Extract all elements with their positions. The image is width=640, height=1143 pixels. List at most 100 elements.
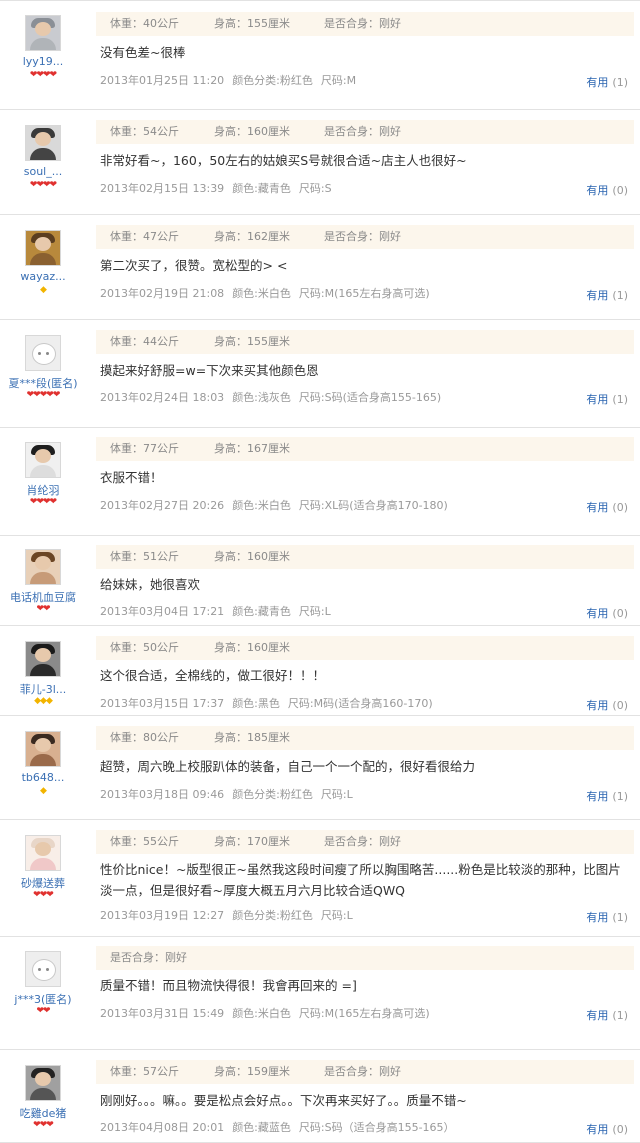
useful-label[interactable]: 有用 xyxy=(586,607,608,620)
review-date: 2013年02月24日 18:03 xyxy=(100,391,225,404)
useful-button[interactable]: 有用 (0) xyxy=(586,1121,628,1137)
heart-icon: ❤ xyxy=(46,1120,53,1130)
buyer-stats-bar: 体重：47公斤 身高：162厘米 是否合身：刚好 xyxy=(96,225,634,249)
review-date: 2013年02月15日 13:39 xyxy=(100,182,225,195)
useful-label[interactable]: 有用 xyxy=(586,1123,608,1136)
user-name-link[interactable]: 肖纶羽 xyxy=(8,482,78,498)
review-text: 这个很合适，全棉线的，做工很好！！！ xyxy=(100,668,326,683)
useful-button[interactable]: 有用 (0) xyxy=(586,182,628,198)
user-avatar[interactable] xyxy=(25,951,61,987)
user-name-link[interactable]: 电话机血豆腐 xyxy=(8,589,78,605)
buyer-rank-badge: ❤❤❤ xyxy=(8,1120,78,1130)
user-name-link[interactable]: 吃雞de猪 xyxy=(8,1105,78,1121)
diamond-icon: ◆ xyxy=(40,285,47,295)
user-avatar[interactable] xyxy=(25,230,61,266)
useful-button[interactable]: 有用 (1) xyxy=(586,909,628,925)
review-text: 摸起来好舒服=w=下次来买其他颜色恩 xyxy=(100,363,319,378)
product-size: 尺码:M(165左右身高可选) xyxy=(298,287,430,300)
useful-label[interactable]: 有用 xyxy=(586,1009,608,1022)
review-date: 2013年03月31日 15:49 xyxy=(100,1007,225,1020)
heart-icon: ❤ xyxy=(43,1006,50,1016)
buyer-height: 身高：185厘米 xyxy=(214,731,290,744)
buyer-stats-bar: 是否合身：刚好 xyxy=(96,946,634,970)
useful-label[interactable]: 有用 xyxy=(586,699,608,712)
review-text: 第二次买了，很赞。宽松型的> < xyxy=(100,258,288,273)
useful-count: (1) xyxy=(612,76,628,89)
buyer-rank-badge: ❤❤❤❤❤ xyxy=(8,390,78,400)
useful-button[interactable]: 有用 (1) xyxy=(586,391,628,407)
user-avatar[interactable] xyxy=(25,125,61,161)
buyer-weight: 体重：40公斤 xyxy=(110,17,179,30)
useful-button[interactable]: 有用 (1) xyxy=(586,788,628,804)
buyer-weight: 体重：55公斤 xyxy=(110,835,179,848)
buyer-height: 身高：160厘米 xyxy=(214,550,290,563)
user-name-link[interactable]: 砂爆送葬 xyxy=(8,875,78,891)
review-text: 刚刚好。。。嘛。。要是松点会好点。。下次再来买好了。。质量不错~ xyxy=(100,1093,467,1108)
review-info: 2013年01月25日 11:20 颜色分类:粉红色 尺码:M xyxy=(100,72,364,88)
user-name-link[interactable]: tb648... xyxy=(8,771,78,784)
user-avatar[interactable] xyxy=(25,442,61,478)
user-name-link[interactable]: lyy19... xyxy=(8,55,78,68)
buyer-stats-bar: 体重：57公斤 身高：159厘米 是否合身：刚好 xyxy=(96,1060,634,1084)
review-item: 肖纶羽 ❤❤❤❤ 体重：77公斤 身高：167厘米 衣服不错！ 2013年02月27日 2… xyxy=(0,428,640,536)
review-item: j***3(匿名) ❤❤ 是否合身：刚好 质量不错！而且物流快得很！我會再回来的 =]… xyxy=(0,937,640,1050)
buyer-height: 身高：160厘米 xyxy=(214,641,290,654)
review-item: 夏***段(匿名) ❤❤❤❤❤ 体重：44公斤 身高：155厘米 摸起来好舒服=w=下次… xyxy=(0,320,640,428)
fit-status: 是否合身：刚好 xyxy=(324,230,401,243)
buyer-rank-badge: ◆◆◆ xyxy=(8,696,78,706)
useful-label[interactable]: 有用 xyxy=(586,184,608,197)
useful-button[interactable]: 有用 (1) xyxy=(586,1007,628,1023)
user-name-link[interactable]: j***3(匿名) xyxy=(8,991,78,1007)
buyer-height: 身高：155厘米 xyxy=(214,335,290,348)
review-item: wayaz... ◆ 体重：47公斤 身高：162厘米 是否合身：刚好第二次买了，很赞。… xyxy=(0,215,640,320)
buyer-weight: 体重：51公斤 xyxy=(110,550,179,563)
review-text: 没有色差~很棒 xyxy=(100,45,186,60)
user-name-link[interactable]: 夏***段(匿名) xyxy=(8,375,78,391)
heart-icon: ❤ xyxy=(49,70,57,80)
user-avatar[interactable] xyxy=(25,1065,61,1101)
useful-label[interactable]: 有用 xyxy=(586,790,608,803)
useful-label[interactable]: 有用 xyxy=(586,911,608,924)
heart-icon: ❤ xyxy=(46,890,53,900)
useful-count: (1) xyxy=(612,289,628,302)
useful-count: (1) xyxy=(612,1009,628,1022)
user-avatar[interactable] xyxy=(25,731,61,767)
buyer-rank-badge: ❤❤❤❤ xyxy=(8,70,78,80)
review-text: 性价比nice！~版型很正~虽然我这段时间瘦了所以胸围略苦......粉色是比较… xyxy=(100,862,621,898)
fit-status: 是否合身：刚好 xyxy=(110,951,187,964)
product-size: 尺码:L xyxy=(298,605,331,618)
review-date: 2013年03月15日 17:37 xyxy=(100,697,225,710)
buyer-rank-badge: ❤❤ xyxy=(8,1006,78,1016)
user-avatar[interactable] xyxy=(25,15,61,51)
useful-count: (0) xyxy=(612,607,628,620)
fit-status: 是否合身：刚好 xyxy=(324,125,401,138)
review-date: 2013年01月25日 11:20 xyxy=(100,74,225,87)
useful-label[interactable]: 有用 xyxy=(586,393,608,406)
useful-button[interactable]: 有用 (0) xyxy=(586,605,628,621)
user-avatar[interactable] xyxy=(25,549,61,585)
user-avatar[interactable] xyxy=(25,835,61,871)
user-avatar[interactable] xyxy=(25,335,61,371)
review-date: 2013年02月19日 21:08 xyxy=(100,287,225,300)
user-name-link[interactable]: soul_... xyxy=(8,165,78,178)
user-avatar[interactable] xyxy=(25,641,61,677)
useful-label[interactable]: 有用 xyxy=(586,501,608,514)
product-color: 颜色:藏蓝色 xyxy=(232,1121,291,1134)
product-size: 尺码:XL码(适合身高170-180) xyxy=(298,499,448,512)
buyer-rank-badge: ❤❤❤❤ xyxy=(8,497,78,507)
buyer-weight: 体重：50公斤 xyxy=(110,641,179,654)
useful-label[interactable]: 有用 xyxy=(586,289,608,302)
buyer-rank-badge: ❤❤❤❤ xyxy=(8,180,78,190)
useful-button[interactable]: 有用 (0) xyxy=(586,499,628,515)
useful-button[interactable]: 有用 (0) xyxy=(586,697,628,713)
user-name-link[interactable]: 菲儿-3l... xyxy=(8,681,78,697)
buyer-rank-badge: ◆ xyxy=(8,786,78,796)
review-item: lyy19... ❤❤❤❤ 体重：40公斤 身高：155厘米 是否合身：刚好 没有色差~很… xyxy=(0,0,640,110)
user-name-link[interactable]: wayaz... xyxy=(8,270,78,283)
heart-icon: ❤ xyxy=(49,497,57,507)
useful-button[interactable]: 有用 (1) xyxy=(586,74,628,90)
review-info: 2013年03月31日 15:49 颜色:米白色 尺码:M(165左右身高可选) xyxy=(100,1005,438,1021)
useful-button[interactable]: 有用 (1) xyxy=(586,287,628,303)
review-date: 2013年03月04日 17:21 xyxy=(100,605,225,618)
useful-label[interactable]: 有用 xyxy=(586,76,608,89)
